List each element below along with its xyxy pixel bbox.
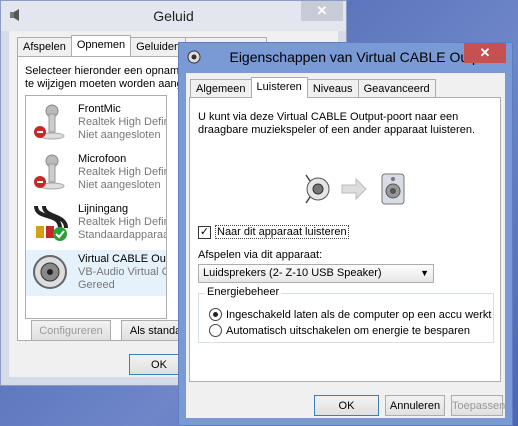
virtual-cable-icon [305,174,330,204]
listen-checkbox[interactable]: ✓ [198,225,211,239]
playback-device-select[interactable]: Luidsprekers (2- Z-10 USB Speaker) ▼ [198,264,434,283]
virtual-cable-icon [187,50,201,64]
device-status: Niet aangesloten [78,179,161,191]
list-item[interactable]: FrontMic Realtek High Definition Audio N… [26,100,166,146]
listen-description: U kunt via deze Virtual CABLE Output-poo… [198,111,476,136]
power-option-stay-on-label: Ingeschakeld laten als de computer op ee… [226,308,492,321]
device-status: Standaardapparaat [78,229,167,241]
list-item[interactable]: Virtual CABLE Output VB-Audio Virtual Ca… [26,250,166,296]
radio-unselected-icon[interactable] [209,324,222,337]
sound-window-titlebar[interactable]: Geluid ✕ [1,1,346,31]
listen-flow-illustration [305,173,405,205]
tab-opnemen[interactable]: Opnemen [70,35,132,56]
tab-luisteren[interactable]: Luisteren [250,77,308,98]
apply-button[interactable]: Toepassen [451,395,505,416]
device-driver: Realtek High Definition Audio [78,116,166,128]
microphone-icon [34,154,65,190]
cancel-button[interactable]: Annuleren [385,395,445,416]
listen-panel: U kunt via deze Virtual CABLE Output-poo… [189,97,501,382]
properties-window-titlebar[interactable]: Eigenschappen van Virtual CABLE Output ✕ [179,43,512,73]
arrow-right-icon [341,177,367,201]
properties-ok-button[interactable]: OK [314,395,379,416]
device-name: FrontMic [78,103,121,115]
power-option-auto-off[interactable]: Automatisch uitschakelen om energie te b… [209,324,470,337]
power-management-group: Energiebeheer Ingeschakeld laten als de … [198,286,494,343]
tab-afspelen[interactable]: Afspelen [17,37,72,58]
device-name: Virtual CABLE Output [78,253,166,265]
playback-device-label: Afspelen via dit apparaat: [198,249,323,261]
power-management-legend: Energiebeheer [205,286,282,298]
power-option-stay-on[interactable]: Ingeschakeld laten als de computer op ee… [209,308,491,321]
list-item[interactable]: Microfoon Realtek High Definition Audio … [26,150,166,196]
playback-device-value: Luidsprekers (2- Z-10 USB Speaker) [203,267,382,279]
device-name: Microfoon [78,153,127,165]
device-status: Gereed [78,279,115,291]
recording-device-list[interactable]: FrontMic Realtek High Definition Audio N… [25,95,167,319]
properties-window-client: Algemeen Luisteren Niveaus Geavanceerd U… [186,73,505,418]
radio-selected-icon[interactable] [209,308,222,321]
listen-checkbox-row[interactable]: ✓ Naar dit apparaat luisteren [198,225,349,239]
listen-checkbox-label[interactable]: Naar dit apparaat luisteren [215,225,349,239]
sound-window-title: Geluid [153,8,194,24]
device-status: Niet aangesloten [78,129,161,141]
device-driver: VB-Audio Virtual Cable [78,266,166,278]
speaker-device-icon [381,173,405,205]
device-driver: Realtek High Definition Audio [78,166,166,178]
configure-button[interactable]: Configureren [31,320,111,341]
power-option-auto-off-label: Automatisch uitschakelen om energie te b… [226,324,470,337]
properties-window: Eigenschappen van Virtual CABLE Output ✕… [178,42,513,426]
sound-window-close-button[interactable]: ✕ [301,1,343,21]
chevron-down-icon: ▼ [420,268,429,278]
list-item[interactable]: Lijningang Realtek High Definition Audio… [26,200,167,246]
device-driver: Realtek High Definition Audio [78,216,166,228]
line-in-cable-icon [34,205,68,241]
microphone-icon [34,104,65,140]
properties-close-button[interactable]: ✕ [464,43,506,63]
device-name: Lijningang [78,203,129,215]
virtual-cable-icon [33,255,67,289]
